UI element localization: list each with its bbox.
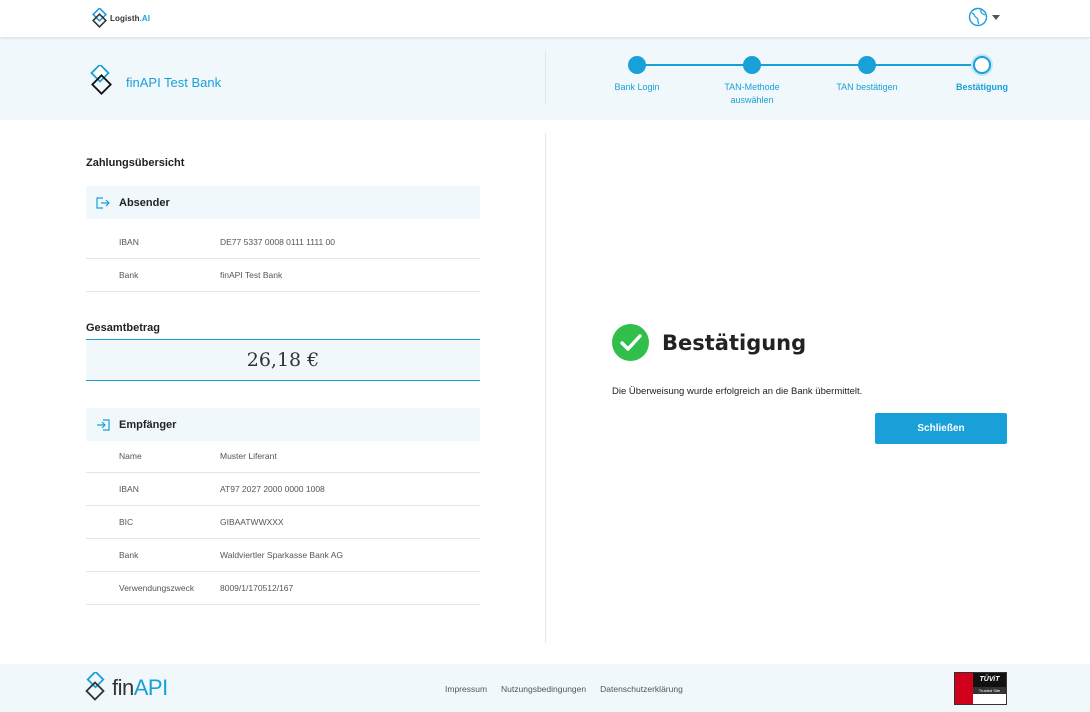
recipient-section-header: Empfänger (86, 408, 480, 441)
sign-in-icon (96, 418, 110, 431)
step-dot (858, 56, 876, 74)
step-label: TAN-Methode auswählen (724, 82, 780, 105)
recipient-row-purpose: Verwendungszweck 8009/1/170512/167 (86, 572, 480, 605)
step-tan-method: TAN-Methode auswählen (707, 55, 797, 107)
row-key: IBAN (119, 484, 139, 494)
row-value: Muster Liferant (220, 451, 277, 461)
finapi-logo[interactable]: finAPI (84, 672, 168, 704)
row-value: GIBAATWWXXX (220, 517, 284, 527)
total-amount: 26,18 € (86, 339, 480, 381)
check-circle-icon (612, 324, 649, 361)
bank-header: finAPI Test Bank Bank Login TAN-Methode … (0, 37, 1090, 120)
sign-out-icon (95, 196, 110, 209)
step-dot (628, 56, 646, 74)
close-button[interactable]: Schließen (875, 413, 1007, 444)
header-divider (545, 51, 546, 105)
step-label: Bank Login (614, 82, 660, 92)
row-key: Verwendungszweck (119, 583, 195, 593)
sender-row-iban: IBAN DE77 5337 0008 0111 1111 00 (86, 226, 480, 259)
checkmark-icon (619, 333, 642, 351)
recipient-row-bank: Bank Waldviertler Sparkasse Bank AG (86, 539, 480, 572)
row-value: 8009/1/170512/167 (220, 583, 294, 593)
globe-icon (968, 7, 988, 27)
total-label: Gesamtbetrag (86, 322, 160, 334)
terms-link[interactable]: Nutzungsbedingungen (501, 684, 586, 694)
chevron-down-icon (992, 14, 1000, 20)
step-dot (743, 56, 761, 74)
recipient-row-bic: BIC GIBAATWWXXX (86, 506, 480, 539)
confirmation-header: Bestätigung (612, 324, 806, 361)
tuvit-seal: TÜViT Trusted Site (954, 672, 1007, 705)
progress-stepper: Bank Login TAN-Methode auswählen TAN bes… (600, 55, 1020, 115)
logisth-logo-text: Logisth.AI (110, 13, 151, 23)
finapi-wordmark: finAPI (112, 675, 168, 700)
stepper-line (637, 64, 982, 66)
row-key: IBAN (119, 237, 139, 247)
row-key: Name (119, 451, 142, 461)
sender-row-bank: Bank finAPI Test Bank (86, 259, 480, 292)
step-bank-login: Bank Login (592, 55, 682, 94)
top-bar: Logisth.AI (0, 0, 1090, 37)
sender-section-header: Absender (86, 186, 480, 219)
confirmation-title: Bestätigung (662, 330, 807, 355)
language-selector[interactable] (968, 7, 1000, 27)
row-key: Bank (119, 550, 139, 560)
recipient-title: Empfänger (119, 418, 177, 431)
step-confirmation: Bestätigung (937, 55, 1027, 94)
impressum-link[interactable]: Impressum (445, 684, 487, 694)
privacy-link[interactable]: Datenschutzerklärung (600, 684, 683, 694)
row-key: Bank (119, 270, 139, 280)
sender-title: Absender (119, 196, 170, 209)
summary-title: Zahlungsübersicht (86, 157, 185, 169)
step-dot-current (973, 56, 991, 74)
row-value: Waldviertler Sparkasse Bank AG (220, 550, 343, 560)
step-label: Bestätigung (955, 82, 1008, 92)
logisth-logo-icon (92, 8, 107, 28)
footer: finAPI Impressum Nutzungsbedingungen Dat… (0, 664, 1090, 712)
row-value: finAPI Test Bank (220, 270, 283, 280)
row-key: BIC (119, 517, 134, 527)
logisth-logo[interactable]: Logisth.AI (92, 8, 150, 28)
finapi-logo-icon (85, 672, 105, 701)
tuvit-seal-subtext: Trusted Site (973, 687, 1006, 694)
bank-name: finAPI Test Bank (126, 74, 222, 90)
bank-logo: finAPI Test Bank (88, 65, 221, 99)
row-value: DE77 5337 0008 0111 1111 00 (220, 237, 336, 247)
tuvit-seal-text: TÜViT (973, 673, 1006, 687)
step-tan-confirm: TAN bestätigen (822, 55, 912, 94)
confirmation-message: Die Überweisung wurde erfolgreich an die… (612, 386, 863, 397)
finapi-bank-icon (90, 65, 112, 95)
recipient-row-iban: IBAN AT97 2027 2000 0000 1008 (86, 473, 480, 506)
step-label: TAN bestätigen (836, 82, 898, 92)
recipient-row-name: Name Muster Liferant (86, 440, 480, 473)
content-divider (545, 133, 546, 643)
row-value: AT97 2027 2000 0000 1008 (220, 484, 325, 494)
footer-links: Impressum Nutzungsbedingungen Datenschut… (445, 684, 683, 694)
